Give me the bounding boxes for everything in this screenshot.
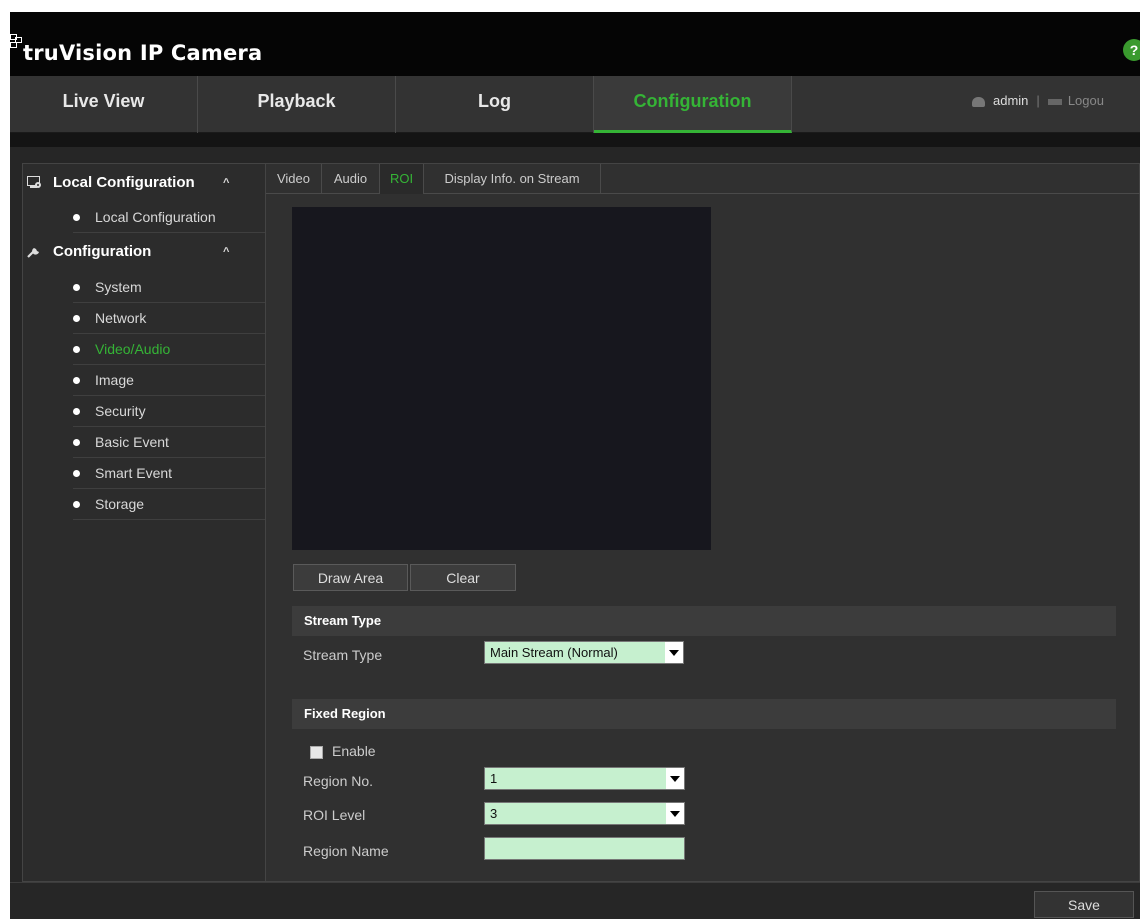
stream-type-value: Main Stream (Normal) <box>490 645 618 660</box>
draw-area-button[interactable]: Draw Area <box>293 564 408 591</box>
fixed-region-section: Fixed Region <box>292 699 1116 729</box>
sidebar: Local Configuration ^ Local Configuratio… <box>22 163 266 882</box>
stream-type-select[interactable]: Main Stream (Normal) <box>484 641 684 664</box>
roi-level-select[interactable]: 3 <box>484 802 685 825</box>
sub-tabs: Video Audio ROI Display Info. on Stream <box>266 164 1140 194</box>
roi-level-label: ROI Level <box>303 807 366 823</box>
stream-type-section: Stream Type <box>292 606 1116 636</box>
video-preview[interactable] <box>292 207 711 550</box>
dropdown-arrow-icon <box>666 803 684 824</box>
logo-icon <box>10 34 23 50</box>
section-label: Configuration <box>53 243 152 260</box>
sidebar-item-security[interactable]: Security <box>73 396 265 427</box>
region-no-label: Region No. <box>303 773 374 789</box>
main-nav: Live View Playback Log Configuration <box>10 76 1140 133</box>
sidebar-section-local-configuration[interactable]: Local Configuration ^ <box>23 164 265 202</box>
tab-audio[interactable]: Audio <box>322 164 380 194</box>
sidebar-item-system[interactable]: System <box>73 272 265 303</box>
region-no-value: 1 <box>490 771 498 786</box>
collapse-caret-icon[interactable]: ^ <box>223 164 229 202</box>
help-button[interactable]: ? <box>1123 39 1140 61</box>
enable-label: Enable <box>332 743 376 759</box>
region-name-label: Region Name <box>303 843 389 859</box>
dropdown-arrow-icon <box>666 768 684 789</box>
app-logo: truVision IP Camera <box>10 32 263 65</box>
tab-playback[interactable]: Playback <box>198 76 396 133</box>
sidebar-section-configuration[interactable]: Configuration ^ <box>23 233 265 271</box>
tab-log[interactable]: Log <box>396 76 594 133</box>
tab-configuration[interactable]: Configuration <box>594 76 792 133</box>
bottom-bar: Save <box>10 882 1140 919</box>
logout-icon[interactable] <box>1047 98 1062 105</box>
user-separator: | <box>1036 93 1040 108</box>
username: admin <box>993 93 1029 108</box>
computer-settings-icon <box>27 176 41 188</box>
user-icon <box>972 96 985 107</box>
main-content: Video Audio ROI Display Info. on Stream … <box>266 163 1140 882</box>
section-label: Local Configuration <box>53 174 195 191</box>
tab-roi[interactable]: ROI <box>380 164 424 194</box>
sidebar-item-image[interactable]: Image <box>73 365 265 396</box>
dropdown-arrow-icon <box>665 642 683 663</box>
top-bar: truVision IP Camera ? <box>10 12 1140 76</box>
sidebar-item-basic-event[interactable]: Basic Event <box>73 427 265 458</box>
save-button[interactable]: Save <box>1034 891 1134 918</box>
sidebar-item-smart-event[interactable]: Smart Event <box>73 458 265 489</box>
clear-button[interactable]: Clear <box>410 564 516 591</box>
sidebar-item-network[interactable]: Network <box>73 303 265 334</box>
region-name-input[interactable] <box>484 837 685 860</box>
enable-checkbox[interactable] <box>310 746 323 759</box>
app-title: truVision IP Camera <box>23 41 263 65</box>
wrench-icon <box>27 248 39 258</box>
app-window: truVision IP Camera ? Live View Playback… <box>10 12 1140 919</box>
tab-video[interactable]: Video <box>266 164 322 194</box>
logout-link[interactable]: Logou <box>1068 93 1104 108</box>
tab-display-info-on-stream[interactable]: Display Info. on Stream <box>424 164 601 194</box>
collapse-caret-icon[interactable]: ^ <box>223 233 229 271</box>
stream-type-label: Stream Type <box>303 647 383 663</box>
sidebar-item-local-configuration[interactable]: Local Configuration <box>73 202 265 233</box>
user-area: admin | Logou <box>972 76 1104 133</box>
tab-live-view[interactable]: Live View <box>10 76 198 133</box>
nav-divider <box>10 133 1140 147</box>
sidebar-item-storage[interactable]: Storage <box>73 489 265 520</box>
sidebar-item-video-audio[interactable]: Video/Audio <box>73 334 265 365</box>
roi-level-value: 3 <box>490 806 498 821</box>
region-no-select[interactable]: 1 <box>484 767 685 790</box>
